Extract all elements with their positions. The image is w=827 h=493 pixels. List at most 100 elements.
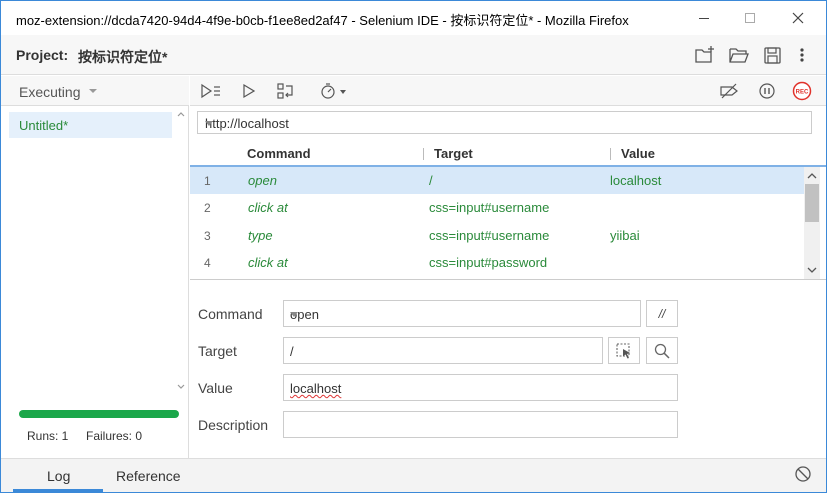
run-progress-bar xyxy=(19,410,179,418)
close-icon xyxy=(792,12,804,24)
disable-breakpoints-icon xyxy=(720,83,738,99)
value-label: Value xyxy=(198,380,233,396)
maximize-button[interactable] xyxy=(727,1,773,35)
value-input[interactable]: localhost xyxy=(283,374,678,401)
sidebar-scroll-up[interactable] xyxy=(175,108,187,120)
description-input[interactable] xyxy=(283,411,678,438)
record-icon: REC xyxy=(792,81,812,101)
row-command: type xyxy=(248,228,273,243)
run-current-test-icon xyxy=(243,83,256,99)
scrollbar-thumb[interactable] xyxy=(805,184,819,222)
new-project-icon xyxy=(695,46,714,63)
pause-icon xyxy=(759,83,775,99)
step-over-button[interactable] xyxy=(275,81,297,101)
sidebar-dropdown[interactable]: Executing xyxy=(1,76,189,106)
project-name[interactable]: 按标识符定位* xyxy=(78,47,167,67)
step-over-icon xyxy=(277,83,293,99)
row-command: open xyxy=(248,173,277,188)
test-speed-button[interactable] xyxy=(318,81,350,101)
failures-count: Failures: 0 xyxy=(86,429,143,443)
comment-icon: // xyxy=(658,306,666,321)
table-row[interactable]: 4 click at css=input#password xyxy=(190,249,804,276)
table-row[interactable]: 2 click at css=input#username xyxy=(190,194,804,221)
row-number: 1 xyxy=(204,174,211,188)
close-window-button[interactable] xyxy=(775,1,821,35)
run-all-tests-icon xyxy=(201,83,220,99)
select-target-button[interactable] xyxy=(608,337,640,364)
sidebar-item-label: Untitled* xyxy=(19,118,69,133)
commands-table-body: 1 open / localhost 2 click at css=input#… xyxy=(190,167,804,279)
save-project-button[interactable] xyxy=(762,45,784,65)
row-number: 3 xyxy=(204,229,211,243)
chevron-down-icon xyxy=(290,312,298,317)
svg-text:REC: REC xyxy=(796,90,809,96)
target-input-value: / xyxy=(290,344,294,359)
window-title: moz-extension://dcda7420-94d4-4f9e-b0cb-… xyxy=(16,13,629,28)
commands-scrollbar[interactable] xyxy=(804,167,820,279)
base-url-select[interactable]: http://localhost xyxy=(197,111,812,134)
table-row[interactable]: 1 open / localhost xyxy=(190,167,804,194)
record-button[interactable]: REC xyxy=(791,81,813,101)
disable-breakpoints-button[interactable] xyxy=(718,81,740,101)
row-target: css=input#username xyxy=(429,200,550,215)
more-options-button[interactable] xyxy=(791,45,813,65)
open-project-button[interactable] xyxy=(728,45,750,65)
bottom-panel-tabs: Log Reference xyxy=(1,458,826,492)
row-number: 2 xyxy=(204,201,211,215)
sidebar-item-untitled[interactable]: Untitled* xyxy=(9,112,172,138)
row-target: / xyxy=(429,173,433,188)
new-project-button[interactable] xyxy=(694,45,716,65)
chevron-up-icon xyxy=(177,112,185,117)
minimize-button[interactable] xyxy=(681,1,727,35)
row-value: yiibai xyxy=(610,228,640,243)
find-target-button[interactable] xyxy=(646,337,678,364)
row-command: click at xyxy=(248,200,288,215)
command-input[interactable]: open xyxy=(283,300,641,327)
target-label: Target xyxy=(198,343,237,359)
select-target-icon xyxy=(616,342,630,358)
command-label: Command xyxy=(198,306,263,322)
chevron-down-icon xyxy=(89,89,97,93)
row-command: click at xyxy=(248,255,288,270)
table-row[interactable]: 3 type css=input#username yiibai xyxy=(190,222,804,249)
commands-table-header: Command Target Value xyxy=(190,141,826,167)
column-divider[interactable] xyxy=(423,148,424,160)
project-header: Project: 按标识符定位* xyxy=(1,35,826,75)
clear-icon xyxy=(795,466,811,482)
playback-toolbar: REC xyxy=(190,76,826,106)
tab-reference[interactable]: Reference xyxy=(116,468,181,484)
sidebar-scroll-down[interactable] xyxy=(175,381,187,393)
base-url-value: http://localhost xyxy=(205,116,289,131)
column-header-command: Command xyxy=(247,146,311,161)
column-header-target: Target xyxy=(434,146,473,161)
chevron-down-icon[interactable] xyxy=(804,263,820,277)
run-all-tests-button[interactable] xyxy=(200,81,222,101)
value-input-value: localhost xyxy=(290,381,342,396)
tab-log[interactable]: Log xyxy=(47,468,70,484)
pause-on-exceptions-button[interactable] xyxy=(756,81,778,101)
minimize-icon xyxy=(699,18,709,19)
chevron-up-icon[interactable] xyxy=(804,169,820,183)
test-speed-icon xyxy=(321,83,346,99)
run-current-test-button[interactable] xyxy=(239,81,261,101)
column-divider[interactable] xyxy=(610,148,611,160)
search-icon xyxy=(654,343,670,359)
clear-log-button[interactable] xyxy=(794,465,812,483)
firefox-window: moz-extension://dcda7420-94d4-4f9e-b0cb-… xyxy=(0,0,827,493)
sidebar-dropdown-label: Executing xyxy=(19,84,81,100)
divider xyxy=(190,279,826,280)
row-value: localhost xyxy=(610,173,662,188)
row-target: css=input#password xyxy=(429,255,548,270)
chevron-down-icon xyxy=(177,384,185,389)
folder-open-icon xyxy=(729,48,749,63)
target-input[interactable]: / xyxy=(283,337,603,364)
row-number: 4 xyxy=(204,256,211,270)
chevron-down-icon xyxy=(205,121,213,126)
maximize-icon xyxy=(745,13,755,23)
runs-count: Runs: 1 xyxy=(27,429,69,443)
kebab-menu-icon xyxy=(800,48,804,62)
active-tab-indicator xyxy=(13,489,103,492)
comment-toggle-button[interactable]: // xyxy=(646,300,678,327)
test-sidebar: Executing Untitled* Runs: 1 Failures: 0 xyxy=(1,76,189,458)
project-label: Project: xyxy=(16,47,69,63)
